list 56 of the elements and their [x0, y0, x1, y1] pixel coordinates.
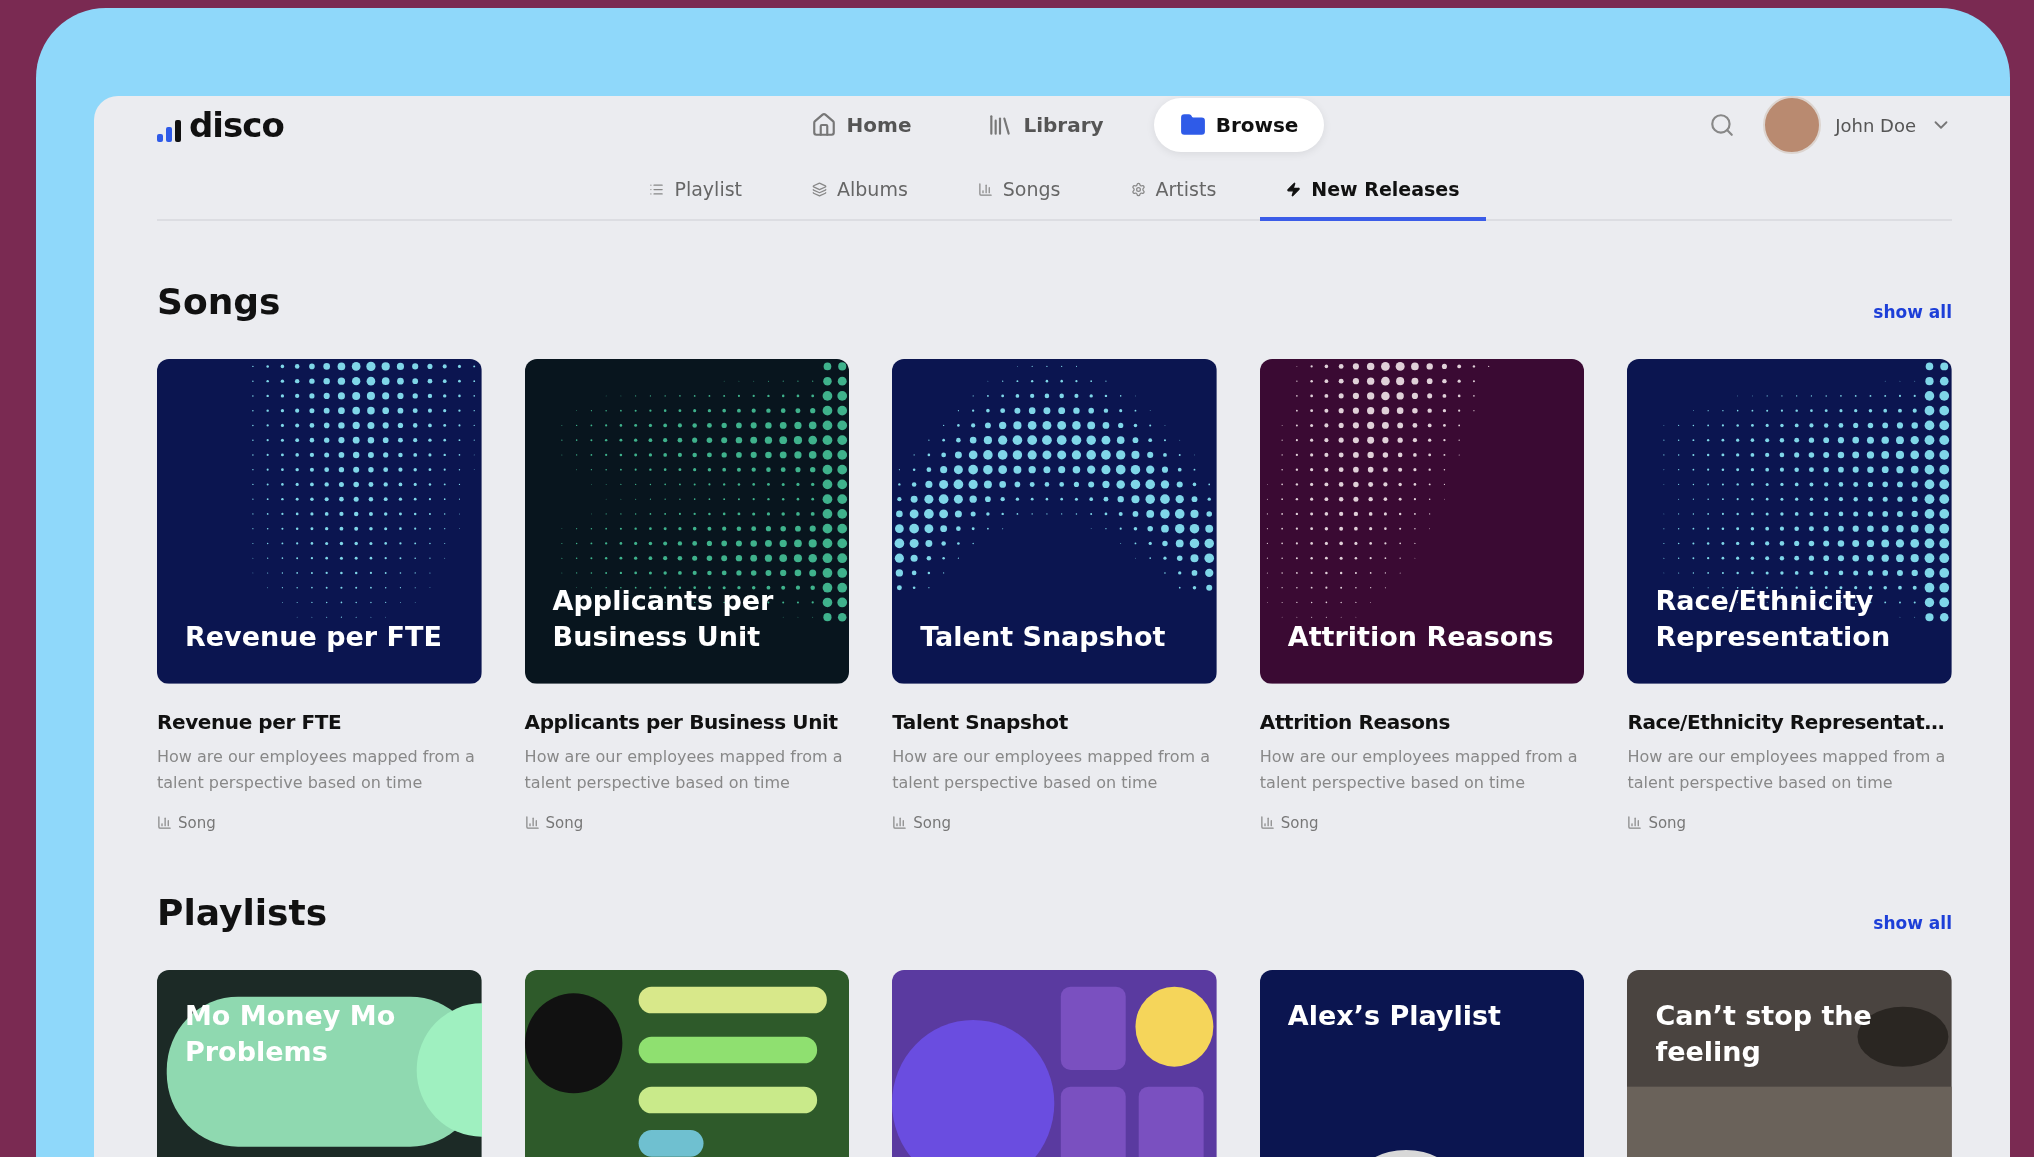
song-title: Attrition Reasons	[1259, 709, 1451, 734]
section-title: Playlists	[157, 891, 328, 933]
song-type: Song	[913, 813, 951, 832]
song-description: How are our employees mapped from a talent perspective based on time	[524, 745, 844, 794]
bars-icon	[1627, 815, 1643, 831]
song-cover[interactable]: Attrition Reasons	[1259, 359, 1585, 684]
bars-icon	[157, 815, 172, 831]
search-icon[interactable]	[1709, 112, 1736, 138]
song-title: Talent Snapshot	[892, 709, 1069, 734]
song-cover[interactable]: Talent Snapshot	[892, 359, 1217, 684]
cover-title: Applicants per Business Unit	[552, 583, 775, 655]
song-cover[interactable]: Revenue per FTE	[157, 359, 482, 684]
song-title: Race/Ethnicity Representat…	[1627, 709, 1946, 734]
category-tab[interactable]: Artists	[1104, 154, 1243, 221]
cover-title: Revenue per FTE	[185, 620, 443, 655]
bolt-icon	[1286, 181, 1302, 197]
song-cover[interactable]: Applicants per Business Unit	[524, 359, 850, 684]
nav-tab[interactable]: Home	[784, 98, 938, 152]
song-cover[interactable]: Race/Ethnicity Representation	[1627, 359, 1952, 684]
cover-title: Mo Money Mo Problems	[185, 998, 397, 1070]
song-description: How are our employees mapped from a talent perspective based on time	[1259, 745, 1579, 794]
category-tab[interactable]: Playlist	[623, 154, 768, 221]
category-tab[interactable]: Albums	[786, 154, 934, 221]
song-description: How are our employees mapped from a talent perspective based on time	[157, 745, 476, 794]
cover-title: Talent Snapshot	[920, 620, 1167, 655]
gear-icon	[1130, 181, 1146, 197]
song-type: Song	[178, 813, 216, 832]
bars-icon	[1259, 815, 1275, 831]
bars-icon	[892, 815, 908, 831]
folder-icon	[1179, 112, 1206, 138]
song-description: How are our employees mapped from a talent perspective based on time	[892, 745, 1212, 794]
show-all-link[interactable]: show all	[1873, 912, 1952, 933]
user-menu[interactable]: John Doe	[1763, 96, 1952, 154]
nav-tab[interactable]: Browse	[1153, 98, 1325, 152]
bars-icon	[524, 815, 540, 831]
song-title: Revenue per FTE	[157, 709, 343, 734]
cover-title: Race/Ethnicity Representation	[1655, 583, 1892, 655]
song-type: Song	[1648, 813, 1687, 832]
home-icon	[810, 112, 837, 138]
song-title: Applicants per Business Unit	[524, 709, 839, 734]
cover-title: Can’t stop the feeling	[1655, 998, 1873, 1070]
nav-tab[interactable]: Library	[961, 98, 1130, 152]
category-tab[interactable]: Songs	[951, 154, 1087, 221]
cover-title: Attrition Reasons	[1287, 620, 1555, 655]
section-title: Songs	[157, 281, 281, 322]
show-all-link[interactable]: show all	[1873, 302, 1952, 322]
list-icon	[649, 181, 665, 197]
logo-text: disco	[189, 108, 284, 142]
logo-icon	[157, 118, 183, 142]
cover-title: Alex’s Playlist	[1287, 998, 1502, 1033]
stack-icon	[812, 181, 827, 197]
song-type: Song	[1280, 813, 1319, 832]
bars-icon	[977, 181, 993, 197]
category-tab[interactable]: New Releases	[1260, 154, 1486, 221]
song-description: How are our employees mapped from a talent perspective based on time	[1627, 745, 1947, 794]
song-type: Song	[545, 813, 584, 832]
